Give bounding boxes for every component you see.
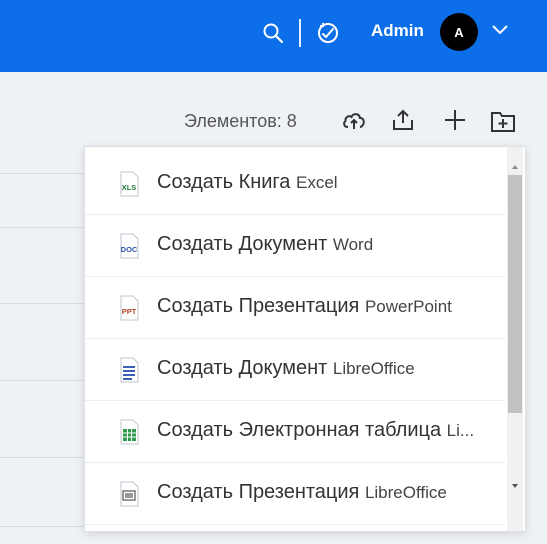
menu-item-label: Создать Книга Excel [157, 171, 338, 193]
menu-item-label: Создать Документ LibreOffice [157, 357, 415, 379]
scrollbar-thumb[interactable] [508, 175, 522, 413]
user-name[interactable]: Admin [371, 21, 424, 41]
libre-calc-icon [120, 419, 139, 445]
menu-item-create-libre-impress[interactable]: Создать Презентация LibreOffice [85, 463, 505, 525]
menu-item-create-libre-writer[interactable]: Создать Документ LibreOffice [85, 339, 505, 401]
list-divider [0, 457, 90, 458]
items-count: Элементов: 8 [184, 111, 297, 131]
search-icon[interactable] [262, 22, 284, 44]
doc-file-icon: DOC [120, 233, 139, 259]
menu-item-label: Создать Презентация LibreOffice [157, 481, 447, 503]
menu-item-create-libre-calc[interactable]: Создать Электронная таблица Li... [85, 401, 505, 463]
ppt-file-icon: PPT [120, 295, 139, 321]
plus-icon[interactable] [442, 107, 468, 133]
activity-icon[interactable] [316, 21, 340, 45]
create-document-menu: XLS Создать Книга Excel DOC Создать Доку… [84, 146, 526, 532]
xls-file-icon: XLS [120, 171, 139, 197]
list-divider [0, 380, 90, 381]
avatar[interactable]: A [440, 13, 478, 51]
cloud-upload-icon[interactable] [341, 108, 367, 134]
scroll-up-arrow-icon[interactable] [509, 161, 521, 173]
menu-item-create-powerpoint[interactable]: PPT Создать Презентация PowerPoint [85, 277, 505, 339]
libre-writer-icon [120, 357, 139, 383]
menu-item-create-word[interactable]: DOC Создать Документ Word [85, 215, 505, 277]
svg-text:PPT: PPT [122, 307, 137, 316]
topbar-separator [299, 19, 301, 47]
scroll-down-arrow-icon[interactable] [509, 480, 521, 492]
libre-impress-icon [120, 481, 139, 507]
menu-item-label: Создать Документ Word [157, 233, 374, 255]
list-divider [0, 526, 90, 527]
menu-item-label: Создать Презентация PowerPoint [157, 295, 452, 317]
new-folder-icon[interactable] [490, 108, 516, 134]
list-divider [0, 303, 90, 304]
svg-text:DOC: DOC [121, 245, 138, 254]
chevron-down-icon[interactable] [490, 23, 510, 37]
list-divider [0, 173, 90, 174]
share-icon[interactable] [390, 107, 416, 133]
menu-item-label: Создать Электронная таблица Li... [157, 419, 475, 441]
svg-text:XLS: XLS [122, 183, 137, 192]
top-bar: Admin A [0, 0, 547, 72]
list-divider [0, 227, 90, 228]
menu-item-create-excel[interactable]: XLS Создать Книга Excel [85, 153, 505, 215]
